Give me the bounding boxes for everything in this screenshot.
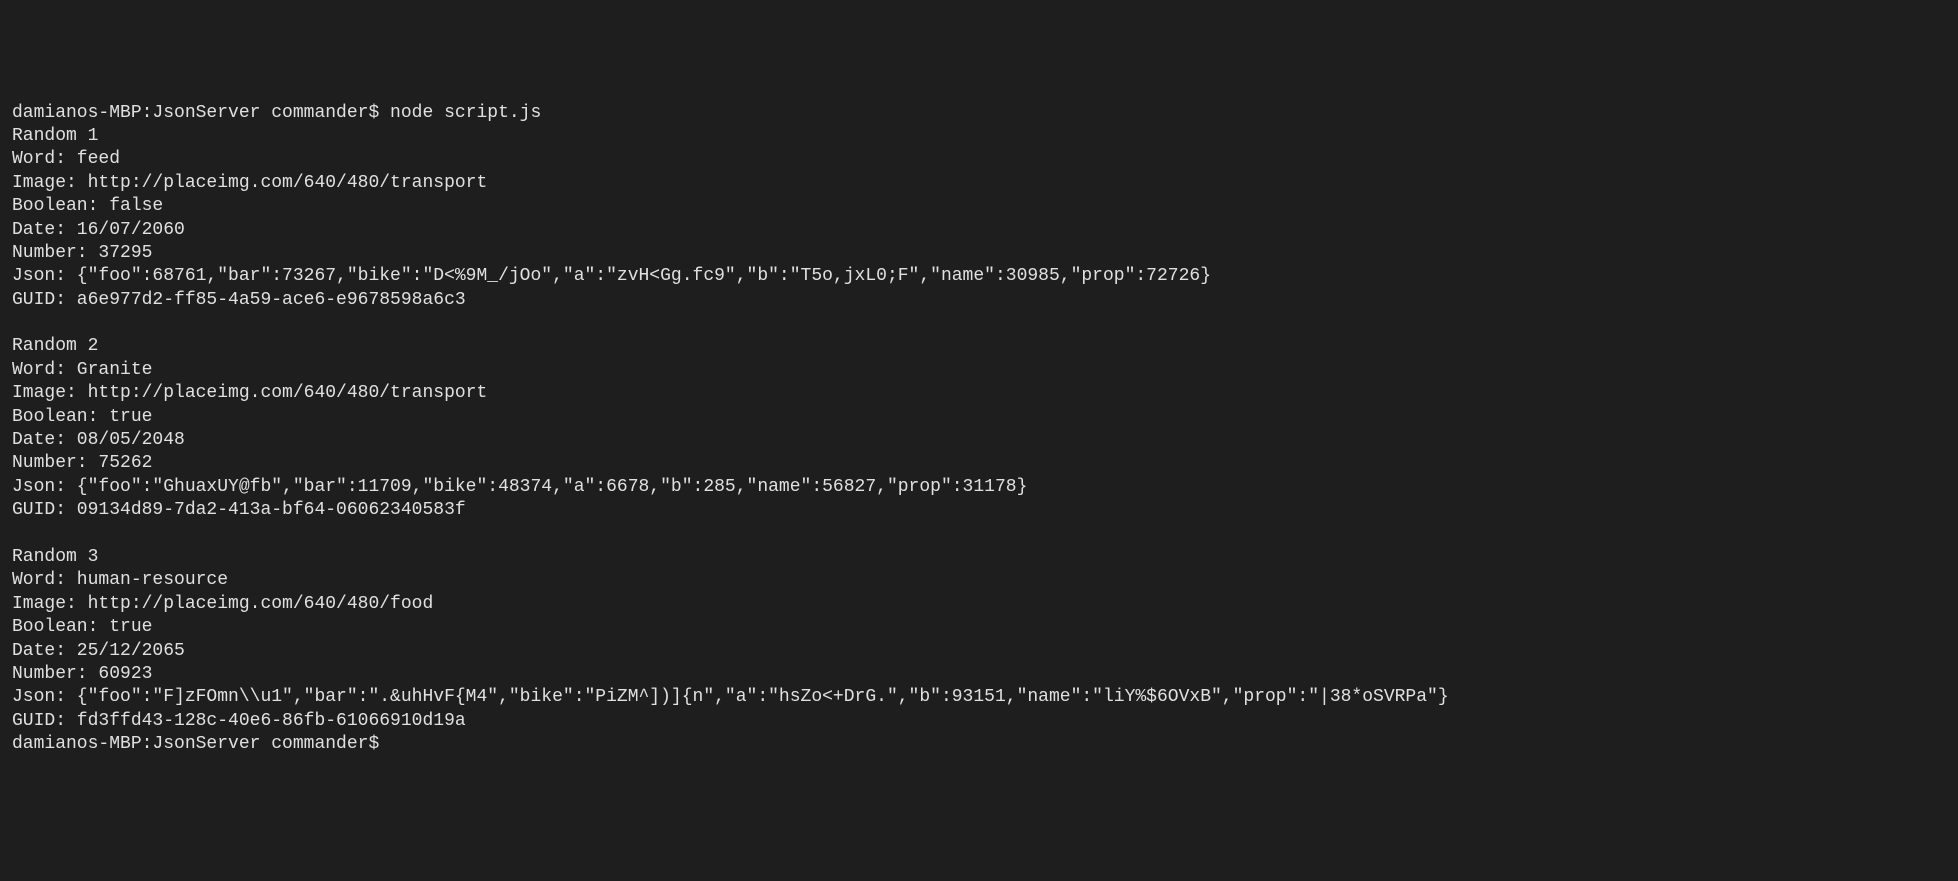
trailing-prompt: damianos-MBP:JsonServer commander$ (12, 733, 1946, 756)
blank-line (12, 312, 1946, 335)
guid-line: GUID: a6e977d2-ff85-4a59-ace6-e9678598a6… (12, 289, 1946, 312)
word-line: Word: feed (12, 148, 1946, 171)
guid-line: GUID: fd3ffd43-128c-40e6-86fb-61066910d1… (12, 710, 1946, 733)
blank-line (12, 523, 1946, 546)
number-line: Number: 60923 (12, 663, 1946, 686)
random-header: Random 1 (12, 125, 1946, 148)
number-line: Number: 75262 (12, 452, 1946, 475)
date-line: Date: 08/05/2048 (12, 429, 1946, 452)
json-line: Json: {"foo":68761,"bar":73267,"bike":"D… (12, 265, 1946, 288)
json-line: Json: {"foo":"GhuaxUY@fb","bar":11709,"b… (12, 476, 1946, 499)
date-line: Date: 16/07/2060 (12, 219, 1946, 242)
date-line: Date: 25/12/2065 (12, 640, 1946, 663)
image-line: Image: http://placeimg.com/640/480/trans… (12, 172, 1946, 195)
random-header: Random 2 (12, 335, 1946, 358)
image-line: Image: http://placeimg.com/640/480/food (12, 593, 1946, 616)
random-header: Random 3 (12, 546, 1946, 569)
boolean-line: Boolean: false (12, 195, 1946, 218)
number-line: Number: 37295 (12, 242, 1946, 265)
image-line: Image: http://placeimg.com/640/480/trans… (12, 382, 1946, 405)
guid-line: GUID: 09134d89-7da2-413a-bf64-0606234058… (12, 499, 1946, 522)
prompt-line: damianos-MBP:JsonServer commander$ node … (12, 102, 1946, 125)
json-line: Json: {"foo":"F]zFOmn\\u1","bar":".&uhHv… (12, 686, 1946, 709)
terminal-output[interactable]: damianos-MBP:JsonServer commander$ node … (12, 102, 1946, 757)
boolean-line: Boolean: true (12, 616, 1946, 639)
boolean-line: Boolean: true (12, 406, 1946, 429)
word-line: Word: human-resource (12, 569, 1946, 592)
word-line: Word: Granite (12, 359, 1946, 382)
